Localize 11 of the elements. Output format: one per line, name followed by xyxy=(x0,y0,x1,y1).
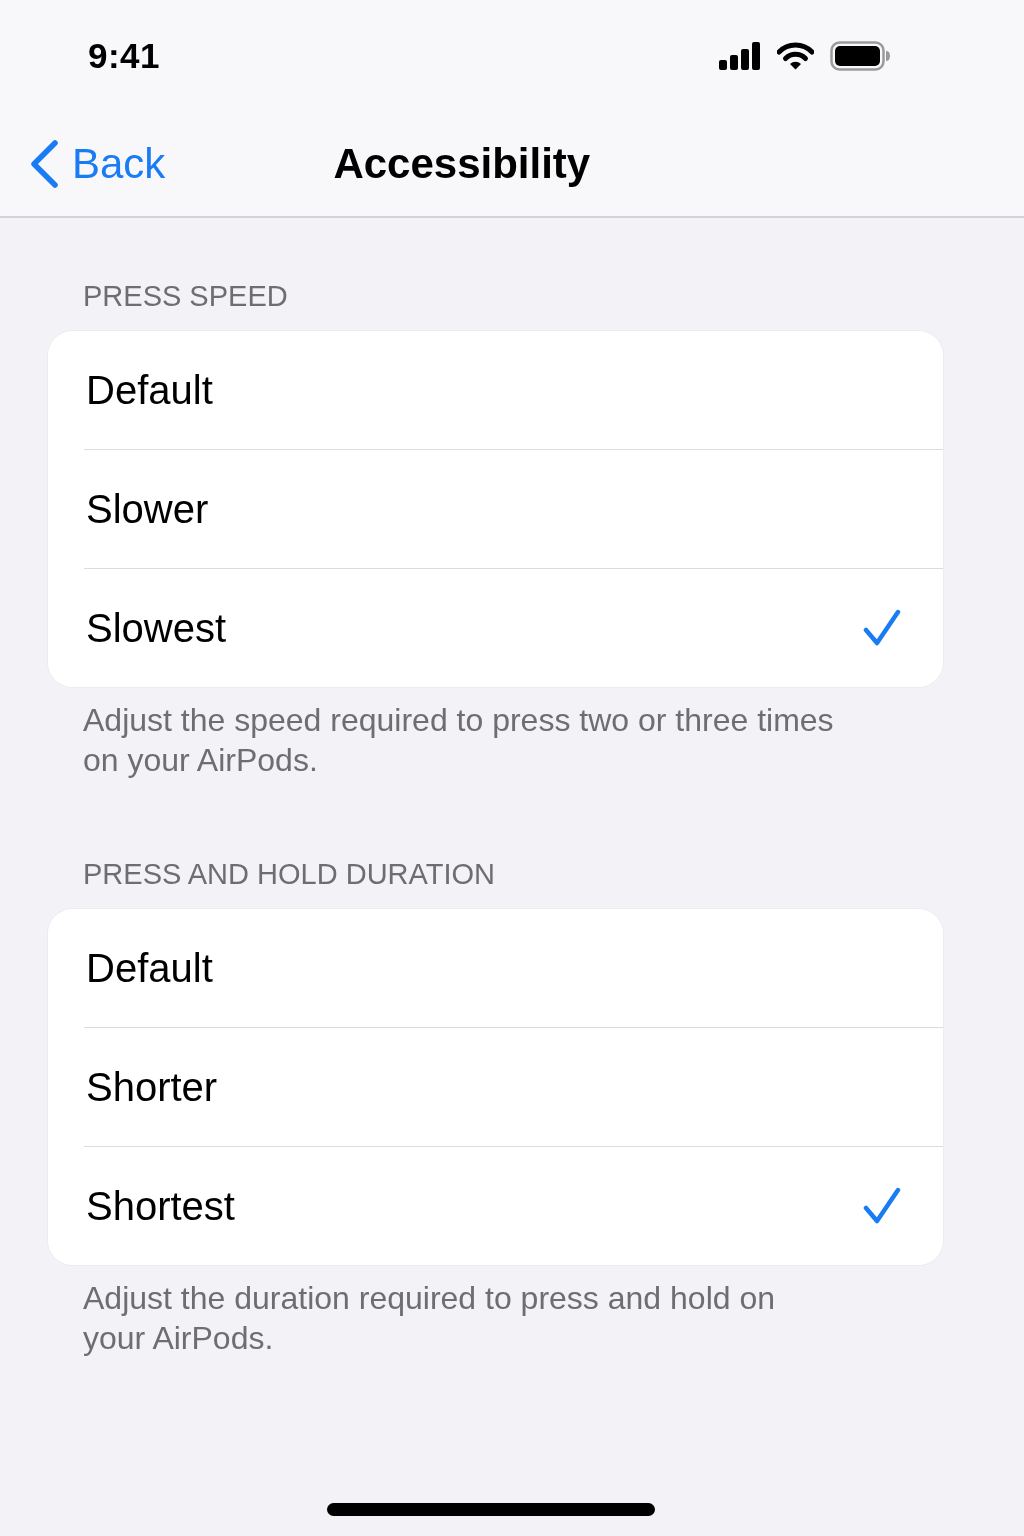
wifi-icon xyxy=(777,42,814,70)
back-chevron-icon xyxy=(28,139,60,189)
section-footer: Adjust the duration required to press and hold on your AirPods. xyxy=(83,1278,838,1358)
signal-icon xyxy=(719,42,761,70)
battery-icon xyxy=(830,41,890,71)
status-time: 9:41 xyxy=(88,36,161,76)
section-header: PRESS AND HOLD DURATION xyxy=(83,857,495,892)
section-footer: Adjust the speed required to press two or three times on your AirPods. xyxy=(83,700,838,780)
nav-title: Accessibility xyxy=(333,140,591,188)
back-button[interactable]: Back xyxy=(28,139,166,189)
section-header: PRESS SPEED xyxy=(83,279,288,314)
